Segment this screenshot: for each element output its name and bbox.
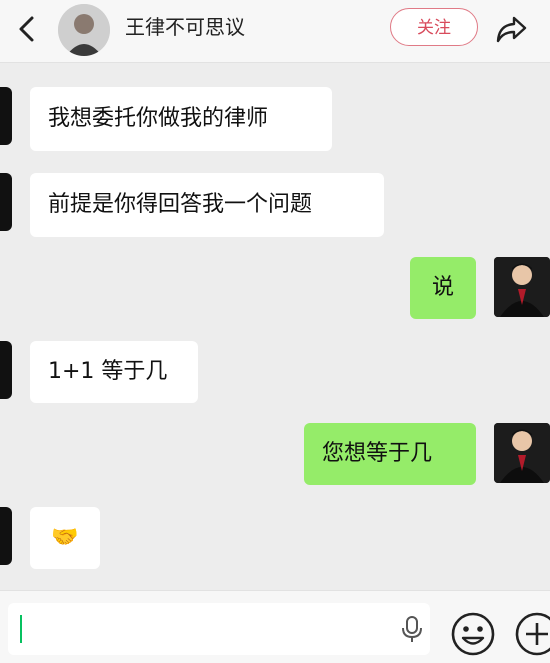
message-bubble-incoming[interactable]: 前提是你得回答我一个问题: [30, 173, 384, 237]
message-bubble-outgoing[interactable]: 说: [410, 257, 476, 319]
message-bubble-outgoing[interactable]: 您想等于几: [304, 423, 476, 485]
sender-avatar[interactable]: [0, 507, 12, 565]
sender-avatar[interactable]: [0, 87, 12, 145]
chat-title: 王律不可思议: [125, 15, 245, 39]
input-bar: [0, 590, 550, 663]
sender-avatar[interactable]: [0, 341, 12, 399]
text-caret: [20, 615, 22, 643]
message-input[interactable]: [8, 603, 430, 655]
plus-icon[interactable]: [514, 611, 550, 657]
message-list[interactable]: 我想委托你做我的律师 前提是你得回答我一个问题 说 1+1 等于几 您想等于几 …: [0, 63, 550, 590]
back-icon[interactable]: [14, 14, 40, 44]
avatar[interactable]: [58, 4, 110, 56]
follow-button[interactable]: 关注: [390, 8, 478, 46]
my-avatar[interactable]: [494, 257, 550, 317]
message-bubble-incoming[interactable]: 我想委托你做我的律师: [30, 87, 332, 151]
sender-avatar[interactable]: [0, 173, 12, 231]
microphone-icon[interactable]: [400, 615, 424, 643]
message-bubble-incoming[interactable]: 1+1 等于几: [30, 341, 198, 403]
handshake-emoji-bubble[interactable]: 🤝: [30, 507, 100, 569]
chat-header: 王律不可思议 关注: [0, 0, 550, 63]
share-icon[interactable]: [494, 12, 528, 46]
my-avatar[interactable]: [494, 423, 550, 483]
emoji-icon[interactable]: [450, 611, 496, 657]
